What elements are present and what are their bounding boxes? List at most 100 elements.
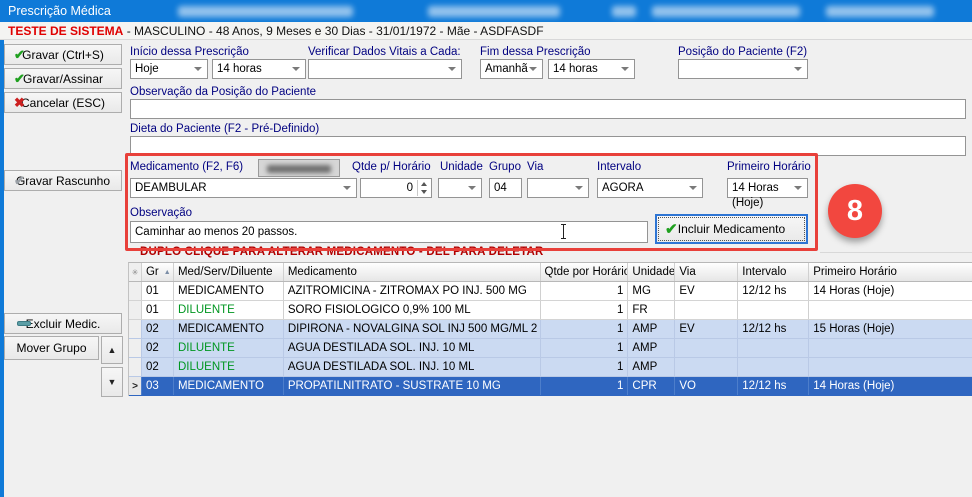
cell-gr: 01: [142, 301, 174, 319]
row-selector-cell: [129, 282, 142, 300]
chevron-down-icon: [448, 67, 456, 71]
cell-qtde: 1: [541, 301, 629, 319]
cell-tipo: MEDICAMENTO: [174, 320, 284, 338]
medicamento-select[interactable]: DEAMBULAR: [130, 178, 357, 198]
move-up-button[interactable]: ▲: [101, 336, 123, 364]
chevron-down-icon: [292, 67, 300, 71]
table-row[interactable]: 02MEDICAMENTODIPIRONA - NOVALGINA SOL IN…: [129, 320, 972, 339]
cell-qtde: 1: [541, 320, 629, 338]
unidade-select[interactable]: [438, 178, 482, 198]
cell-qtde: 1: [541, 282, 629, 300]
inicio-day-value: Hoje: [135, 63, 159, 75]
column-header-qtde[interactable]: Qtde por Horário: [541, 263, 629, 281]
cell-primeiro: 14 Horas (Hoje): [809, 282, 972, 300]
cell-via: VO: [675, 377, 738, 395]
incluir-medicamento-button[interactable]: ✔ Incluir Medicamento: [655, 214, 808, 244]
medicamento-value: DEAMBULAR: [135, 182, 207, 194]
redacted-title-text: [428, 6, 560, 17]
patient-name: TESTE DE SISTEMA: [8, 24, 123, 38]
stepper-arrows-icon[interactable]: [417, 180, 429, 196]
fim-time-select[interactable]: 14 horas: [548, 59, 635, 79]
redacted-title-text: [652, 6, 800, 17]
column-header-unidade[interactable]: Unidade: [628, 263, 675, 281]
inicio-time-select[interactable]: 14 horas: [212, 59, 306, 79]
inicio-day-select[interactable]: Hoje: [130, 59, 208, 79]
observacao-label: Observação: [130, 207, 192, 219]
via-select[interactable]: [527, 178, 589, 198]
save-button[interactable]: ✔ Gravar (Ctrl+S): [4, 44, 122, 65]
check-icon: ✔: [665, 222, 678, 237]
move-down-button[interactable]: ▼: [101, 367, 123, 397]
row-selector-cell: [129, 358, 142, 376]
obs-posicao-input[interactable]: [130, 99, 966, 119]
table-row[interactable]: >03MEDICAMENTOPROPATILNITRATO - SUSTRATE…: [129, 377, 972, 396]
qtde-stepper[interactable]: 0: [360, 178, 432, 198]
column-header-tipo[interactable]: Med/Serv/Diluente: [174, 263, 284, 281]
cell-medicamento: SORO FISIOLOGICO 0,9% 100 ML: [284, 301, 541, 319]
cell-intervalo: [738, 339, 809, 357]
row-selector-cell: >: [129, 377, 142, 395]
prescription-window: Prescrição Médica TESTE DE SISTEMA - MAS…: [0, 0, 972, 497]
row-selector-cell: [129, 320, 142, 338]
save-draft-button-label: Gravar Rascunho: [16, 174, 110, 188]
cell-gr: 01: [142, 282, 174, 300]
intervalo-select[interactable]: AGORA: [597, 178, 703, 198]
cell-medicamento: DIPIRONA - NOVALGINA SOL INJ 500 MG/ML 2: [284, 320, 541, 338]
intervalo-value: AGORA: [602, 182, 644, 194]
column-header-gr[interactable]: Gr▲: [142, 263, 174, 281]
medicamento-label: Medicamento (F2, F6): [130, 161, 243, 173]
table-row[interactable]: 01MEDICAMENTOAZITROMICINA - ZITROMAX PO …: [129, 282, 972, 301]
annotation-step-badge: 8: [828, 184, 882, 238]
patient-details: - MASCULINO - 48 Anos, 9 Meses e 30 Dias…: [123, 24, 543, 38]
dieta-label: Dieta do Paciente (F2 - Pré-Definido): [130, 123, 319, 135]
redacted-title-text: [826, 6, 934, 17]
cell-primeiro: 15 Horas (Hoje): [809, 320, 972, 338]
delete-med-button[interactable]: Excluir Medic.: [4, 313, 122, 334]
column-header-medicamento[interactable]: Medicamento: [284, 263, 541, 281]
cell-primeiro: [809, 358, 972, 376]
grupo-input[interactable]: 04: [489, 178, 522, 198]
dieta-input[interactable]: [130, 136, 966, 156]
observacao-input[interactable]: Caminhar ao menos 20 passos.: [130, 221, 648, 243]
cell-primeiro: [809, 339, 972, 357]
column-header-via[interactable]: Via: [675, 263, 738, 281]
save-sign-button-label: Gravar/Assinar: [23, 72, 103, 86]
table-row[interactable]: 02DILUENTEAGUA DESTILADA SOL. INJ. 10 ML…: [129, 339, 972, 358]
column-header-primeiro[interactable]: Primeiro Horário: [809, 263, 972, 281]
posicao-select[interactable]: [678, 59, 808, 79]
table-row[interactable]: 02DILUENTEAGUA DESTILADA SOL. INJ. 10 ML…: [129, 358, 972, 377]
fim-time-value: 14 horas: [553, 63, 598, 75]
cell-tipo: MEDICAMENTO: [174, 377, 284, 395]
cell-via: [675, 301, 738, 319]
table-row[interactable]: 01DILUENTESORO FISIOLOGICO 0,9% 100 ML1F…: [129, 301, 972, 320]
cell-tipo: DILUENTE: [174, 358, 284, 376]
save-draft-button[interactable]: ✔ Gravar Rascunho: [4, 170, 122, 191]
chevron-down-icon: [689, 186, 697, 190]
move-group-button[interactable]: Mover Grupo: [4, 336, 99, 360]
redacted-button[interactable]: [258, 159, 340, 177]
cell-intervalo: 12/12 hs: [738, 320, 809, 338]
cell-primeiro: 14 Horas (Hoje): [809, 377, 972, 395]
medication-table: ✳ Gr▲ Med/Serv/Diluente Medicamento Qtde…: [128, 262, 972, 396]
row-selector-cell: [129, 301, 142, 319]
qtde-value: 0: [407, 182, 413, 194]
cell-intervalo: [738, 301, 809, 319]
arrow-down-icon: ▼: [108, 377, 117, 387]
cell-unidade: CPR: [628, 377, 675, 395]
cell-unidade: AMP: [628, 320, 675, 338]
column-header-intervalo[interactable]: Intervalo: [738, 263, 809, 281]
chevron-down-icon: [794, 186, 802, 190]
vitais-select[interactable]: [308, 59, 462, 79]
save-sign-button[interactable]: ✔ Gravar/Assinar: [4, 68, 122, 89]
primeiro-select[interactable]: 14 Horas (Hoje): [727, 178, 808, 198]
observacao-value: Caminhar ao menos 20 passos.: [135, 226, 297, 238]
cancel-button[interactable]: ✖ Cancelar (ESC): [4, 92, 122, 113]
inicio-label: Início dessa Prescrição: [130, 46, 249, 58]
save-button-label: Gravar (Ctrl+S): [22, 48, 104, 62]
primeiro-value: 14 Horas (Hoje): [732, 182, 779, 209]
delete-med-button-label: Excluir Medic.: [26, 317, 101, 331]
fim-day-select[interactable]: Amanhã: [480, 59, 543, 79]
unidade-label: Unidade: [440, 161, 483, 173]
selector-column-header[interactable]: ✳: [129, 263, 142, 281]
cell-intervalo: 12/12 hs: [738, 282, 809, 300]
